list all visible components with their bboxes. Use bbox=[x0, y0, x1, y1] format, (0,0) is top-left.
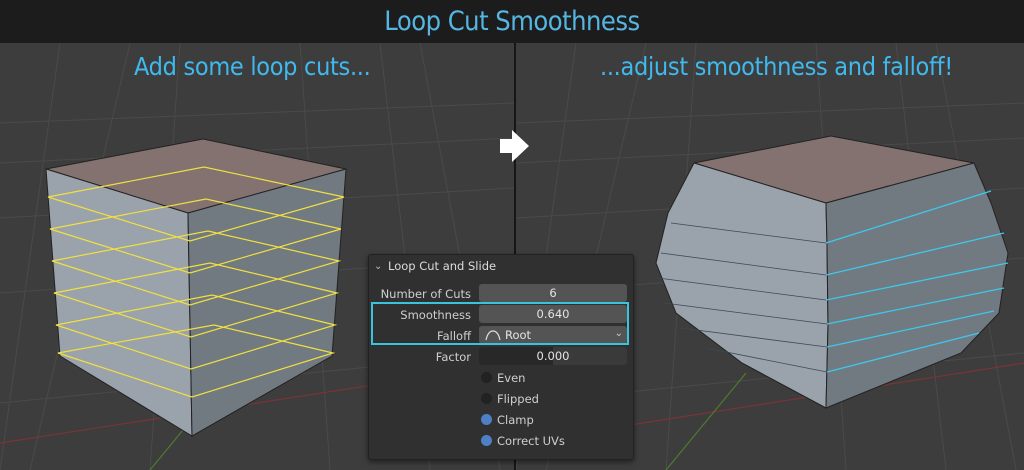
chevron-down-icon[interactable]: ⌄ bbox=[374, 261, 386, 272]
flipped-checkbox-label: Flipped bbox=[497, 392, 539, 406]
factor-label: Factor bbox=[435, 350, 471, 364]
factor-value: 0.000 bbox=[536, 349, 570, 363]
caption-left: Add some loop cuts... bbox=[134, 52, 371, 81]
correct-uvs-checkbox-row[interactable]: Correct UVs bbox=[369, 431, 633, 451]
operator-panel-title: Loop Cut and Slide bbox=[388, 259, 497, 273]
even-checkbox[interactable] bbox=[481, 372, 492, 383]
arrow-right-icon bbox=[500, 130, 529, 162]
number-of-cuts-field[interactable]: 6 bbox=[479, 284, 627, 302]
cube-right-face bbox=[187, 168, 347, 437]
falloff-value: Root bbox=[505, 328, 532, 342]
smoothness-field[interactable]: 0.640 bbox=[479, 305, 627, 323]
correct-uvs-checkbox[interactable] bbox=[481, 435, 492, 446]
smoothness-label: Smoothness bbox=[400, 308, 471, 322]
operator-panel[interactable]: ⌄ Loop Cut and Slide Number of Cuts 6 Sm… bbox=[368, 254, 634, 460]
falloff-label: Falloff bbox=[437, 329, 471, 343]
even-checkbox-row[interactable]: Even bbox=[369, 368, 633, 388]
number-of-cuts-label: Number of Cuts bbox=[380, 287, 471, 301]
page-title: Loop Cut Smoothness bbox=[384, 6, 640, 37]
factor-field[interactable]: 0.000 bbox=[479, 347, 627, 365]
dropdown-chevron-icon: ⌄ bbox=[614, 328, 623, 339]
correct-uvs-checkbox-label: Correct UVs bbox=[497, 434, 565, 448]
clamp-checkbox[interactable] bbox=[481, 414, 492, 425]
flipped-checkbox-row[interactable]: Flipped bbox=[369, 389, 633, 409]
tutorial-image: Loop Cut Smoothness Add some loop cuts..… bbox=[0, 0, 1024, 470]
cube-left-face bbox=[655, 162, 829, 409]
clamp-checkbox-row[interactable]: Clamp bbox=[369, 410, 633, 430]
clamp-checkbox-label: Clamp bbox=[497, 413, 534, 427]
flipped-checkbox[interactable] bbox=[481, 393, 492, 404]
smoothness-value: 0.640 bbox=[536, 307, 570, 321]
smoothness-row: Smoothness 0.640 bbox=[369, 305, 633, 325]
caption-right: ...adjust smoothness and falloff! bbox=[600, 52, 953, 81]
falloff-select[interactable]: Root ⌄ bbox=[479, 326, 627, 344]
number-of-cuts-row: Number of Cuts 6 bbox=[369, 284, 633, 304]
factor-row: Factor 0.000 bbox=[369, 347, 633, 367]
operator-panel-header[interactable]: ⌄ Loop Cut and Slide bbox=[369, 255, 633, 277]
root-falloff-curve-icon bbox=[485, 330, 501, 341]
falloff-row: Falloff Root ⌄ bbox=[369, 326, 633, 346]
number-of-cuts-value: 6 bbox=[549, 286, 557, 300]
cube-right-face bbox=[825, 162, 1009, 409]
even-checkbox-label: Even bbox=[497, 371, 526, 385]
title-bar: Loop Cut Smoothness bbox=[0, 0, 1024, 43]
